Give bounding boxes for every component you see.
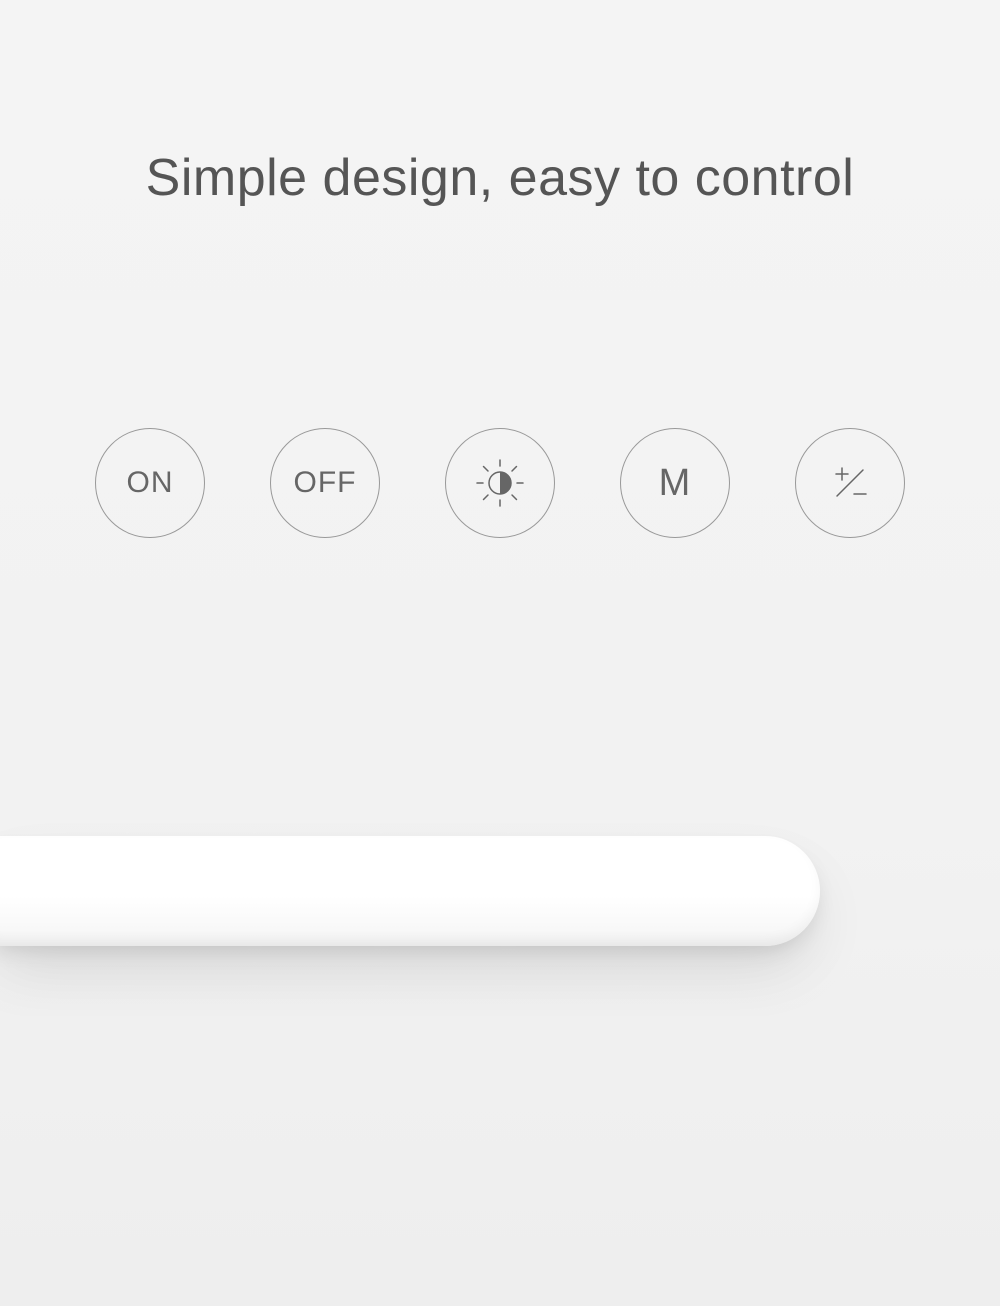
on-label: ON [127, 466, 174, 500]
on-button-icon: ON [95, 428, 205, 538]
control-icons-row: ON OFF M [95, 428, 905, 538]
mode-label: M [659, 462, 692, 505]
mode-button-icon: M [620, 428, 730, 538]
plus-minus-icon [795, 428, 905, 538]
off-label: OFF [294, 466, 357, 500]
product-side-view [0, 836, 820, 946]
headline: Simple design, easy to control [0, 148, 1000, 208]
off-button-icon: OFF [270, 428, 380, 538]
brightness-icon [445, 428, 555, 538]
